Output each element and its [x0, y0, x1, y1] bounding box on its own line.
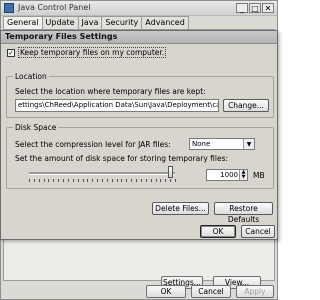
slider-tick: [136, 179, 137, 182]
compression-select[interactable]: None ▼: [189, 138, 255, 150]
slider-tick: [78, 179, 79, 182]
tab-update[interactable]: Update: [41, 16, 79, 29]
slider-tick: [48, 179, 49, 182]
slider-tick: [151, 179, 152, 182]
slider-tick: [92, 179, 93, 182]
change-button[interactable]: Change...: [223, 99, 269, 112]
dialog-ok-button[interactable]: OK: [200, 225, 236, 238]
keep-files-label[interactable]: Keep temporary files on my computer.: [18, 47, 167, 58]
disk-amount-label: Set the amount of disk space for storing…: [15, 154, 229, 163]
cache-path-field[interactable]: ettings\ChReed\Application Data\Sun\Java…: [15, 99, 219, 112]
slider-tick: [58, 179, 59, 182]
slider-tick: [53, 179, 54, 182]
tab-security[interactable]: Security: [101, 16, 143, 29]
slider-tick: [121, 179, 122, 182]
slider-tick: [156, 179, 157, 182]
temporary-files-dialog: Temporary Files Settings ✓ Keep temporar…: [0, 30, 278, 240]
slider-tick: [107, 179, 108, 182]
disk-space-legend: Disk Space: [13, 123, 59, 132]
disk-space-slider-thumb[interactable]: [168, 166, 173, 178]
dialog-title: Temporary Files Settings: [5, 32, 118, 41]
chevron-down-icon[interactable]: ▼: [243, 139, 254, 149]
slider-tick: [68, 179, 69, 182]
keep-files-checkbox[interactable]: ✓: [7, 48, 15, 57]
bg-apply-button: Apply: [236, 285, 274, 298]
slider-tick: [102, 179, 103, 182]
location-legend: Location: [13, 72, 49, 81]
bg-cancel-button[interactable]: Cancel: [191, 285, 231, 298]
spinner-buttons[interactable]: ▲ ▼: [239, 170, 247, 180]
bg-ok-button[interactable]: OK: [146, 285, 186, 298]
slider-tick: [117, 179, 118, 182]
disk-amount-spinner[interactable]: 1000 ▲ ▼: [206, 169, 248, 181]
dialog-cancel-button[interactable]: Cancel: [241, 225, 275, 238]
slider-tick: [97, 179, 98, 182]
compression-label: Select the compression level for JAR fil…: [15, 140, 171, 149]
delete-files-button[interactable]: Delete Files...: [152, 202, 209, 215]
close-icon[interactable]: ✕: [262, 3, 274, 13]
tab-java[interactable]: Java: [77, 16, 103, 29]
slider-tick: [39, 179, 40, 182]
slider-tick: [83, 179, 84, 182]
tab-advanced[interactable]: Advanced: [141, 16, 189, 29]
minimize-icon[interactable]: _: [236, 3, 248, 13]
slider-tick: [175, 179, 176, 182]
location-prompt: Select the location where temporary file…: [15, 87, 206, 96]
slider-ticks: [29, 179, 176, 182]
slider-tick: [170, 179, 171, 182]
restore-defaults-button[interactable]: Restore Defaults: [214, 202, 273, 224]
dialog-titlebar: Temporary Files Settings: [1, 31, 277, 44]
bg-window-title: Java Control Panel: [18, 3, 91, 12]
slider-tick: [165, 179, 166, 182]
slider-tick: [34, 179, 35, 182]
slider-tick: [73, 179, 74, 182]
slider-tick: [63, 179, 64, 182]
disk-unit-label: MB: [253, 171, 265, 180]
tab-strip: General Update Java Security Advanced: [3, 16, 189, 30]
slider-tick: [160, 179, 161, 182]
slider-tick: [112, 179, 113, 182]
disk-amount-value: 1000: [220, 171, 238, 179]
maximize-icon[interactable]: □: [249, 3, 261, 13]
keep-files-option[interactable]: ✓ Keep temporary files on my computer.: [7, 47, 167, 58]
java-app-icon: [4, 3, 14, 13]
slider-tick: [44, 179, 45, 182]
bg-titlebar: Java Control Panel _ □ ✕: [1, 1, 277, 16]
tab-general[interactable]: General: [3, 16, 43, 30]
slider-tick: [29, 179, 30, 182]
slider-tick: [126, 179, 127, 182]
compression-value: None: [192, 140, 211, 148]
slider-tick: [141, 179, 142, 182]
spin-down-icon[interactable]: ▼: [240, 175, 247, 180]
slider-tick: [87, 179, 88, 182]
disk-space-slider-track[interactable]: [29, 172, 175, 175]
slider-tick: [146, 179, 147, 182]
slider-tick: [131, 179, 132, 182]
